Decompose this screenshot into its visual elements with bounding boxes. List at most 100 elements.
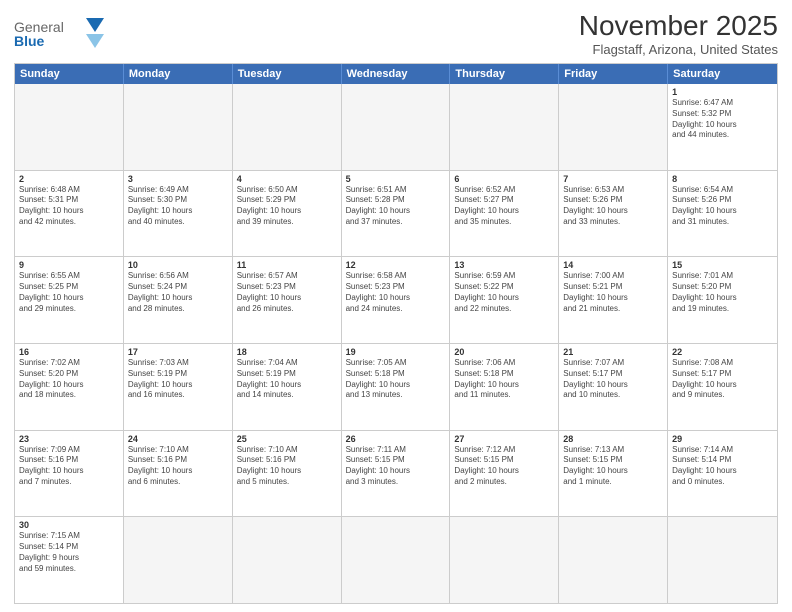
day-number: 19 [346,347,446,357]
day-info: Sunrise: 6:55 AMSunset: 5:25 PMDaylight:… [19,271,119,314]
page: General Blue November 2025 Flagstaff, Ar… [0,0,792,612]
day-info: Sunrise: 7:03 AMSunset: 5:19 PMDaylight:… [128,358,228,401]
logo-area: General Blue [14,10,104,55]
calendar-cell-r0-c1 [124,84,233,170]
calendar-cell-r1-c3: 5Sunrise: 6:51 AMSunset: 5:28 PMDaylight… [342,171,451,257]
calendar-cell-r4-c0: 23Sunrise: 7:09 AMSunset: 5:16 PMDayligh… [15,431,124,517]
calendar-body: 1Sunrise: 6:47 AMSunset: 5:32 PMDaylight… [15,84,777,603]
calendar-cell-r0-c2 [233,84,342,170]
day-number: 10 [128,260,228,270]
day-info: Sunrise: 6:51 AMSunset: 5:28 PMDaylight:… [346,185,446,228]
calendar-cell-r5-c0: 30Sunrise: 7:15 AMSunset: 5:14 PMDayligh… [15,517,124,603]
day-number: 22 [672,347,773,357]
calendar-cell-r1-c4: 6Sunrise: 6:52 AMSunset: 5:27 PMDaylight… [450,171,559,257]
header-sunday: Sunday [15,64,124,84]
day-number: 1 [672,87,773,97]
header-friday: Friday [559,64,668,84]
calendar-cell-r5-c4 [450,517,559,603]
day-info: Sunrise: 7:12 AMSunset: 5:15 PMDaylight:… [454,445,554,488]
day-number: 6 [454,174,554,184]
day-info: Sunrise: 7:02 AMSunset: 5:20 PMDaylight:… [19,358,119,401]
calendar-cell-r5-c2 [233,517,342,603]
day-info: Sunrise: 6:52 AMSunset: 5:27 PMDaylight:… [454,185,554,228]
day-number: 12 [346,260,446,270]
day-number: 17 [128,347,228,357]
calendar-cell-r5-c3 [342,517,451,603]
day-info: Sunrise: 7:13 AMSunset: 5:15 PMDaylight:… [563,445,663,488]
calendar-cell-r4-c5: 28Sunrise: 7:13 AMSunset: 5:15 PMDayligh… [559,431,668,517]
title-area: November 2025 Flagstaff, Arizona, United… [579,10,778,57]
header-saturday: Saturday [668,64,777,84]
day-number: 9 [19,260,119,270]
header: General Blue November 2025 Flagstaff, Ar… [14,10,778,57]
day-info: Sunrise: 6:54 AMSunset: 5:26 PMDaylight:… [672,185,773,228]
day-number: 21 [563,347,663,357]
day-number: 4 [237,174,337,184]
day-number: 25 [237,434,337,444]
day-info: Sunrise: 6:59 AMSunset: 5:22 PMDaylight:… [454,271,554,314]
day-number: 26 [346,434,446,444]
calendar-cell-r5-c5 [559,517,668,603]
day-info: Sunrise: 7:10 AMSunset: 5:16 PMDaylight:… [128,445,228,488]
calendar-cell-r3-c4: 20Sunrise: 7:06 AMSunset: 5:18 PMDayligh… [450,344,559,430]
day-number: 13 [454,260,554,270]
day-number: 7 [563,174,663,184]
day-info: Sunrise: 7:14 AMSunset: 5:14 PMDaylight:… [672,445,773,488]
day-info: Sunrise: 7:15 AMSunset: 5:14 PMDaylight:… [19,531,119,574]
calendar-row-3: 16Sunrise: 7:02 AMSunset: 5:20 PMDayligh… [15,343,777,430]
day-number: 15 [672,260,773,270]
calendar-cell-r5-c6 [668,517,777,603]
day-info: Sunrise: 6:57 AMSunset: 5:23 PMDaylight:… [237,271,337,314]
day-info: Sunrise: 6:58 AMSunset: 5:23 PMDaylight:… [346,271,446,314]
calendar-row-5: 30Sunrise: 7:15 AMSunset: 5:14 PMDayligh… [15,516,777,603]
day-number: 30 [19,520,119,530]
calendar-row-0: 1Sunrise: 6:47 AMSunset: 5:32 PMDaylight… [15,84,777,170]
calendar-cell-r0-c3 [342,84,451,170]
calendar-cell-r0-c5 [559,84,668,170]
day-info: Sunrise: 7:05 AMSunset: 5:18 PMDaylight:… [346,358,446,401]
header-tuesday: Tuesday [233,64,342,84]
calendar-cell-r3-c1: 17Sunrise: 7:03 AMSunset: 5:19 PMDayligh… [124,344,233,430]
calendar-cell-r1-c2: 4Sunrise: 6:50 AMSunset: 5:29 PMDaylight… [233,171,342,257]
calendar-cell-r4-c1: 24Sunrise: 7:10 AMSunset: 5:16 PMDayligh… [124,431,233,517]
calendar-cell-r0-c6: 1Sunrise: 6:47 AMSunset: 5:32 PMDaylight… [668,84,777,170]
calendar-row-2: 9Sunrise: 6:55 AMSunset: 5:25 PMDaylight… [15,256,777,343]
day-info: Sunrise: 6:48 AMSunset: 5:31 PMDaylight:… [19,185,119,228]
day-info: Sunrise: 7:06 AMSunset: 5:18 PMDaylight:… [454,358,554,401]
calendar-cell-r4-c4: 27Sunrise: 7:12 AMSunset: 5:15 PMDayligh… [450,431,559,517]
calendar-cell-r3-c3: 19Sunrise: 7:05 AMSunset: 5:18 PMDayligh… [342,344,451,430]
day-info: Sunrise: 6:53 AMSunset: 5:26 PMDaylight:… [563,185,663,228]
day-info: Sunrise: 7:01 AMSunset: 5:20 PMDaylight:… [672,271,773,314]
calendar-cell-r3-c5: 21Sunrise: 7:07 AMSunset: 5:17 PMDayligh… [559,344,668,430]
calendar-row-4: 23Sunrise: 7:09 AMSunset: 5:16 PMDayligh… [15,430,777,517]
calendar-cell-r3-c6: 22Sunrise: 7:08 AMSunset: 5:17 PMDayligh… [668,344,777,430]
day-number: 11 [237,260,337,270]
day-number: 18 [237,347,337,357]
calendar-cell-r1-c0: 2Sunrise: 6:48 AMSunset: 5:31 PMDaylight… [15,171,124,257]
calendar-cell-r2-c0: 9Sunrise: 6:55 AMSunset: 5:25 PMDaylight… [15,257,124,343]
calendar-cell-r4-c3: 26Sunrise: 7:11 AMSunset: 5:15 PMDayligh… [342,431,451,517]
day-info: Sunrise: 6:56 AMSunset: 5:24 PMDaylight:… [128,271,228,314]
calendar-row-1: 2Sunrise: 6:48 AMSunset: 5:31 PMDaylight… [15,170,777,257]
day-number: 8 [672,174,773,184]
calendar-cell-r3-c0: 16Sunrise: 7:02 AMSunset: 5:20 PMDayligh… [15,344,124,430]
logo: General Blue [14,10,104,55]
day-info: Sunrise: 7:04 AMSunset: 5:19 PMDaylight:… [237,358,337,401]
day-info: Sunrise: 6:49 AMSunset: 5:30 PMDaylight:… [128,185,228,228]
calendar-cell-r3-c2: 18Sunrise: 7:04 AMSunset: 5:19 PMDayligh… [233,344,342,430]
calendar-cell-r2-c1: 10Sunrise: 6:56 AMSunset: 5:24 PMDayligh… [124,257,233,343]
day-number: 29 [672,434,773,444]
day-number: 2 [19,174,119,184]
day-number: 23 [19,434,119,444]
month-year-title: November 2025 [579,10,778,42]
day-info: Sunrise: 7:00 AMSunset: 5:21 PMDaylight:… [563,271,663,314]
day-info: Sunrise: 7:11 AMSunset: 5:15 PMDaylight:… [346,445,446,488]
calendar-cell-r5-c1 [124,517,233,603]
calendar-header: Sunday Monday Tuesday Wednesday Thursday… [15,64,777,84]
day-number: 3 [128,174,228,184]
day-number: 27 [454,434,554,444]
day-number: 16 [19,347,119,357]
calendar-cell-r4-c6: 29Sunrise: 7:14 AMSunset: 5:14 PMDayligh… [668,431,777,517]
day-number: 5 [346,174,446,184]
day-info: Sunrise: 7:09 AMSunset: 5:16 PMDaylight:… [19,445,119,488]
